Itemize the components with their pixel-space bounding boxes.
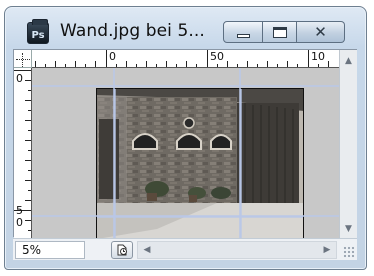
scroll-down-arrow-icon[interactable]: ▼ xyxy=(340,220,357,237)
ruler-origin[interactable] xyxy=(14,50,32,68)
maximize-button[interactable] xyxy=(263,21,297,43)
status-info-icon xyxy=(117,244,127,256)
resize-grip-icon[interactable] xyxy=(343,246,355,258)
photoshop-app-icon[interactable]: Ps xyxy=(27,19,49,44)
zoom-level-field[interactable]: 5% xyxy=(15,241,85,259)
vertical-scrollbar[interactable]: ▲ ▼ xyxy=(339,50,357,238)
status-bar: 5% ◀ ▶ xyxy=(13,238,357,260)
scroll-up-arrow-icon[interactable]: ▲ xyxy=(340,52,357,69)
h-ruler-label-50: 50 xyxy=(210,50,224,63)
v-ruler-label-0b: 0 xyxy=(16,216,23,229)
v-ruler-label-0: 0 xyxy=(16,72,23,85)
horizontal-scrollbar[interactable]: ◀ ▶ xyxy=(137,241,337,259)
close-icon: ✕ xyxy=(314,22,327,41)
minimize-icon xyxy=(236,33,250,38)
caption-buttons: ✕ xyxy=(223,21,345,45)
window-title: Wand.jpg bei 5... xyxy=(60,21,205,41)
h-ruler-label-0: 0 xyxy=(109,50,116,63)
status-info-button[interactable] xyxy=(111,241,133,259)
document-image[interactable] xyxy=(96,88,304,242)
vertical-ruler[interactable]: 0 5 0 xyxy=(14,68,32,238)
document-area: 0 50 10 0 5 0 ▲ ▼ xyxy=(13,49,357,242)
horizontal-ruler[interactable]: 0 50 10 xyxy=(32,50,339,68)
canvas-area[interactable] xyxy=(32,68,339,242)
document-window[interactable]: Ps Wand.jpg bei 5... ✕ 0 50 10 0 5 0 ▲ ▼… xyxy=(4,6,367,270)
close-button[interactable]: ✕ xyxy=(297,21,345,43)
minimize-button[interactable] xyxy=(223,21,263,43)
h-ruler-label-10: 10 xyxy=(311,50,325,63)
scroll-left-arrow-icon[interactable]: ◀ xyxy=(140,242,154,258)
title-bar[interactable]: Ps Wand.jpg bei 5... ✕ xyxy=(5,7,366,49)
horizontal-ruler-ticks xyxy=(35,50,329,67)
scroll-right-arrow-icon[interactable]: ▶ xyxy=(320,242,334,258)
app-icon-text: Ps xyxy=(31,30,45,41)
maximize-icon xyxy=(272,26,287,38)
stone-wall-photo xyxy=(97,89,303,241)
